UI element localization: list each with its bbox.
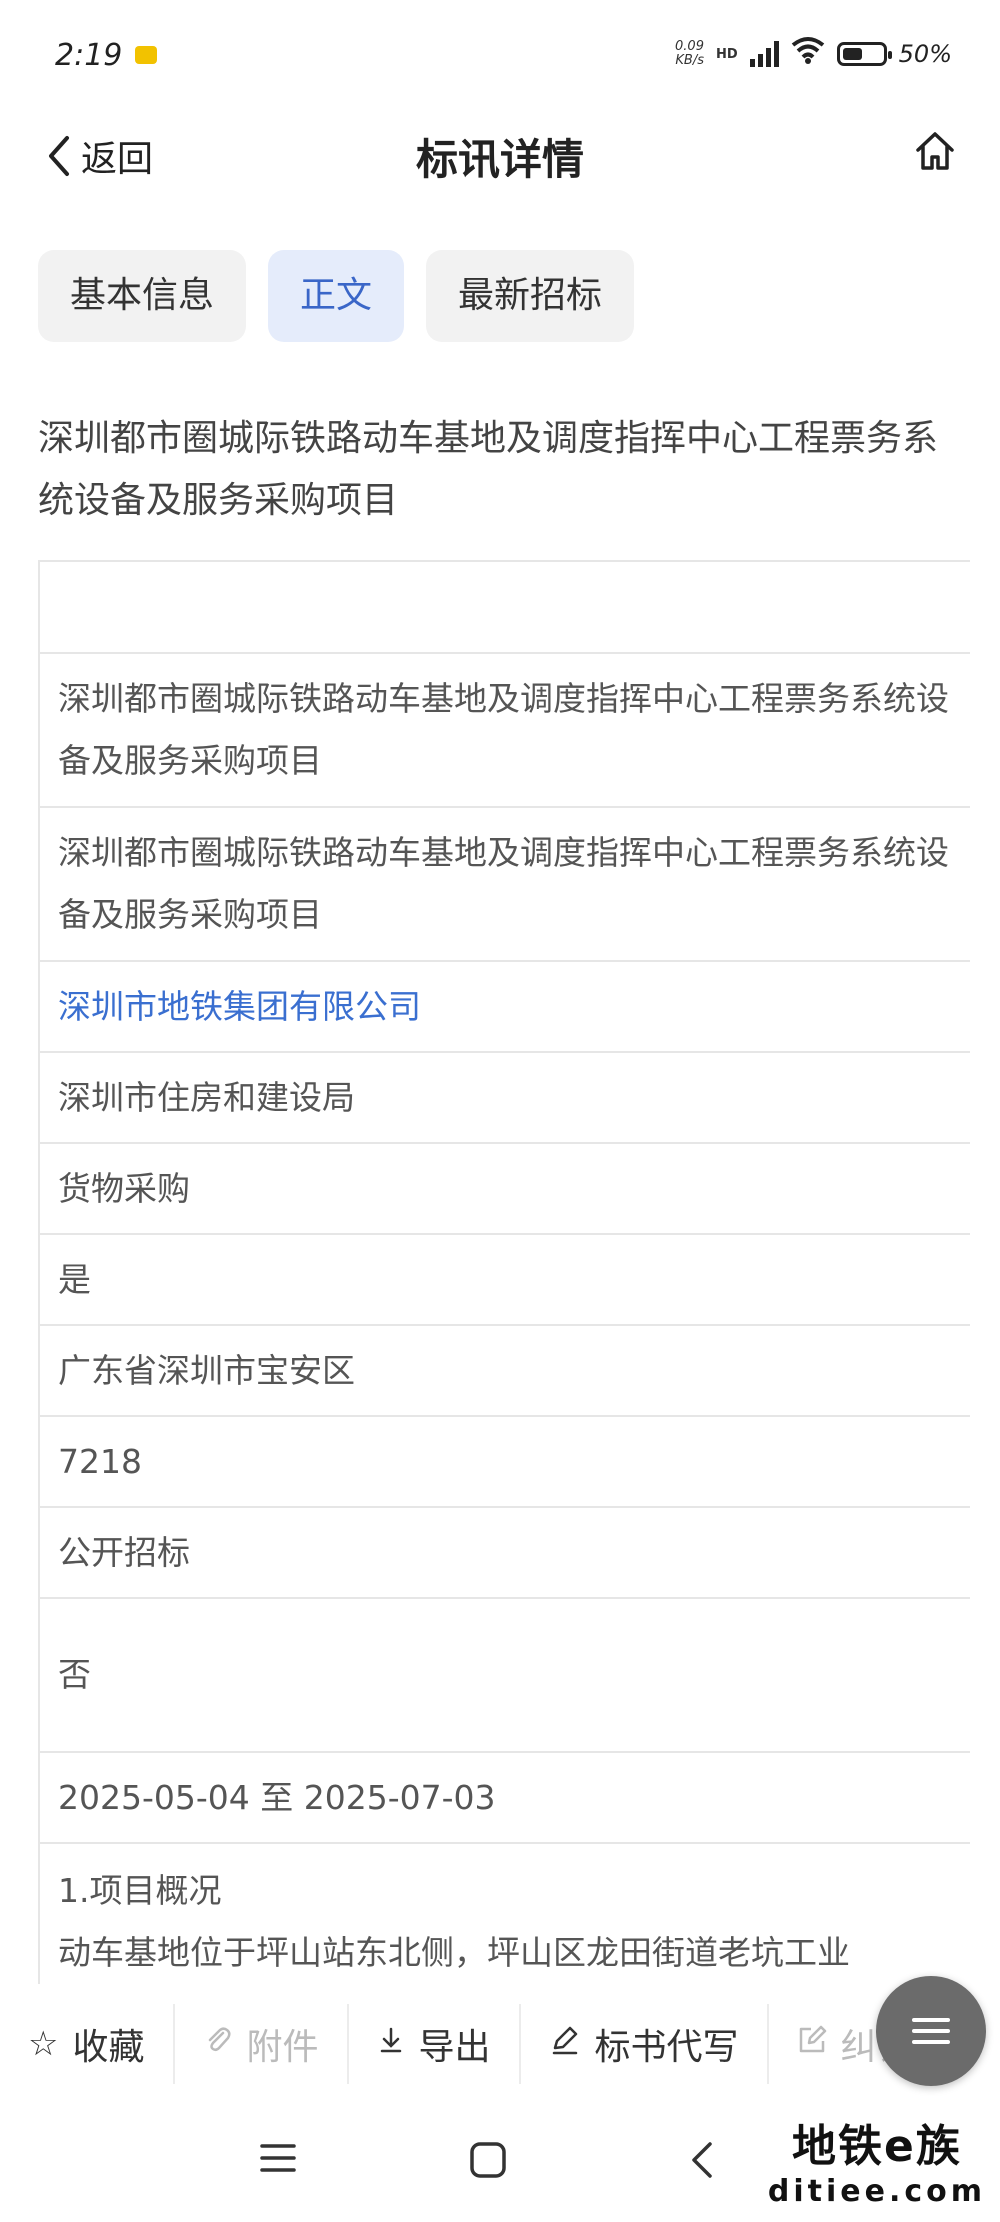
table-row: 深圳都市圈城际铁路动车基地及调度指挥中心工程票务系统设备及服务采购项目 [40,808,970,962]
content-tabs: 基本信息 正文 最新招标 [38,250,635,342]
signal-icon [749,41,779,67]
back-button[interactable]: 返回 [45,130,153,182]
edit-icon [797,2024,827,2064]
back-nav-icon[interactable] [686,2140,716,2180]
attachment-button[interactable]: 附件 [175,2004,349,2084]
network-speed: 0.09 KB/s [675,39,704,68]
detail-table: 深圳都市圈城际铁路动车基地及调度指挥中心工程票务系统设备及服务采购项目 深圳都市… [38,560,970,1984]
menu-icon [912,2011,950,2051]
favorite-button[interactable]: ☆ 收藏 [0,2004,175,2084]
pen-icon [549,2024,581,2065]
download-icon [377,2024,405,2064]
battery-icon [836,42,892,66]
status-bar: 2:19 0.09 KB/s HD 50% [0,0,1000,110]
message-notification-icon [135,46,157,64]
table-row: 1.项目概况 动车基地位于坪山站东北侧，坪山区龙田街道老坑工业 [58,1871,850,1972]
hd-indicator: HD [715,46,738,62]
project-title: 深圳都市圈城际铁路动车基地及调度指挥中心工程票务系统设备及服务采购项目 [38,418,939,521]
table-row-tenderer-link[interactable]: 深圳市地铁集团有限公司 [40,962,970,1053]
table-row: 7218 [40,1417,970,1508]
export-button[interactable]: 导出 [349,2004,521,2084]
table-row [40,562,970,654]
floating-menu-button[interactable] [876,1976,986,2086]
top-nav: 返回 标讯详情 [0,110,1000,200]
wifi-icon [791,36,825,72]
table-row: 深圳市住房和建设局 [40,1053,970,1144]
table-row: 广东省深圳市宝安区 [40,1326,970,1417]
bottom-action-bar: ☆ 收藏 附件 导出 标书代写 纠错 [0,1990,1000,2098]
table-row: 公开招标 [40,1508,970,1599]
home-nav-icon[interactable] [468,2140,508,2180]
home-icon[interactable] [910,126,960,176]
status-time: 2:19 [55,38,123,73]
table-row: 是 [40,1235,970,1326]
tab-basic-info[interactable]: 基本信息 [38,250,247,342]
table-row: 货物采购 [40,1144,970,1235]
table-row: 否 [40,1599,970,1753]
recent-apps-icon[interactable] [258,2140,298,2176]
tab-body-text[interactable]: 正文 [268,250,405,342]
star-icon: ☆ [28,2024,59,2064]
chevron-left-icon [49,136,69,176]
battery-percent: 50% [898,40,952,68]
table-row: 深圳都市圈城际铁路动车基地及调度指挥中心工程票务系统设备及服务采购项目 [40,654,970,808]
tab-latest-tenders[interactable]: 最新招标 [426,250,635,342]
back-label: 返回 [81,139,154,180]
watermark-logo: 地铁e族 ditiee.com [767,2121,986,2209]
bid-writing-button[interactable]: 标书代写 [521,2004,769,2084]
status-icons: 0.09 KB/s HD 50% [675,36,952,72]
paperclip-icon [203,2024,233,2064]
table-row: 2025-05-04 至 2025-07-03 [40,1753,970,1844]
